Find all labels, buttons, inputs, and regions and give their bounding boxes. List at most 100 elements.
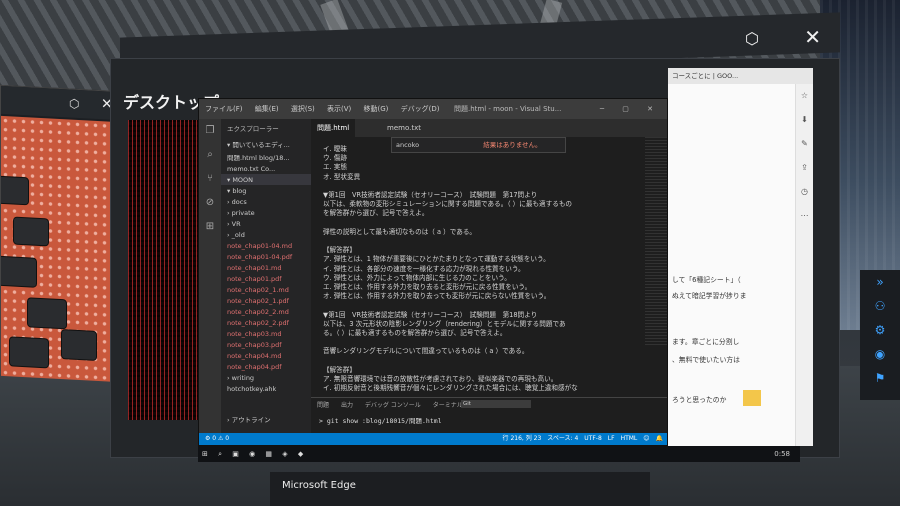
- vscode-titlebar: ファイル(F) 編集(E) 選択(S) 表示(V) 移動(G) デバッグ(D) …: [199, 99, 667, 119]
- chevrons-icon[interactable]: »: [860, 270, 900, 294]
- status-right[interactable]: 行 216, 列 23 スペース: 4 UTF-8 LF HTML 😊 🔔: [503, 433, 663, 445]
- file-item[interactable]: note_chap03.md: [221, 328, 311, 339]
- browser-tab[interactable]: コースごとに | GOO...: [668, 68, 813, 84]
- keyboard-key: [1, 255, 37, 288]
- menu-select[interactable]: 選択(S): [291, 105, 315, 113]
- tab-terminal[interactable]: ターミナル: [433, 402, 463, 409]
- menu-go[interactable]: 移動(G): [364, 105, 389, 113]
- note-icon[interactable]: ✎: [796, 132, 813, 156]
- status-left[interactable]: ⚙ 0 ⚠ 0: [205, 435, 229, 442]
- debug-icon[interactable]: ⊘: [199, 191, 221, 215]
- keyboard-key: [1, 175, 29, 206]
- code-line: エ. 実態: [323, 163, 347, 172]
- history-icon[interactable]: ◷: [796, 180, 813, 204]
- browser-text: ぬえて暗記学習が捗りま: [672, 292, 747, 300]
- menu-view[interactable]: 表示(V): [327, 105, 351, 113]
- file-item[interactable]: note_chap01-04.pdf: [221, 251, 311, 262]
- bottom-panel: 問題 出力 デバッグ コンソール ターミナル Git > git show :b…: [311, 397, 667, 433]
- menu-file[interactable]: ファイル(F): [205, 105, 243, 113]
- file-item[interactable]: note_chap01.md: [221, 262, 311, 273]
- window-controls[interactable]: ─ ▢ ✕: [600, 99, 661, 119]
- code-line: オ. 型状変異: [323, 172, 361, 181]
- status-bar: ⚙ 0 ⚠ 0 行 216, 列 23 スペース: 4 UTF-8 LF HTM…: [199, 433, 667, 445]
- keyboard-key: [61, 329, 97, 361]
- file-item[interactable]: hotchotkey.ahk: [221, 383, 311, 394]
- file-item[interactable]: 問題.html blog/18...: [221, 150, 311, 163]
- close-icon[interactable]: ✕: [804, 25, 821, 49]
- file-item[interactable]: note_chap04.md: [221, 350, 311, 361]
- file-item[interactable]: memo.txt Co...: [221, 163, 311, 174]
- tab-problem-html[interactable]: 問題.html: [311, 119, 356, 137]
- file-item[interactable]: note_chap01-04.md: [221, 240, 311, 251]
- flag-icon[interactable]: ⚑: [860, 366, 900, 390]
- folder-item[interactable]: › _old: [221, 229, 311, 240]
- code-line: 【解答群】: [323, 246, 356, 255]
- scroll-top-button[interactable]: [743, 390, 761, 406]
- files-icon[interactable]: ❐: [199, 119, 221, 143]
- panel-select[interactable]: Git: [461, 400, 531, 408]
- code-line: ウ. 弾性とは、外力によって物体内部に生じる力のことをいう。: [323, 273, 511, 282]
- extensions-icon[interactable]: ⊞: [199, 215, 221, 239]
- file-item[interactable]: note_chap02_1.pdf: [221, 295, 311, 306]
- taskbar-icons[interactable]: ⊞ ⌕ ▣ ◉ ▦ ◈ ◆: [202, 446, 307, 462]
- folder-item[interactable]: ▾ blog: [221, 185, 311, 196]
- source-control-icon[interactable]: ⑂: [199, 167, 221, 191]
- outline-section[interactable]: › アウトライン: [221, 412, 311, 425]
- cube-icon[interactable]: ⬡: [745, 29, 759, 48]
- keyboard-window-bar: ⬡ ✕: [1, 85, 119, 121]
- matrix-wallpaper: [128, 120, 198, 420]
- folder-item[interactable]: › writing: [221, 372, 311, 383]
- folder-item[interactable]: › VR: [221, 218, 311, 229]
- file-item[interactable]: note_chap03.pdf: [221, 339, 311, 350]
- avatar-icon[interactable]: ◉: [860, 342, 900, 366]
- tab-output[interactable]: 出力: [341, 402, 353, 409]
- edge-title: Microsoft Edge: [282, 480, 356, 491]
- people-icon[interactable]: ⚇: [860, 294, 900, 318]
- cube-icon[interactable]: ⬡: [69, 96, 79, 111]
- menu-icon[interactable]: ⋯: [796, 204, 813, 228]
- folder-item[interactable]: › private: [221, 207, 311, 218]
- file-item[interactable]: note_chap02_2.pdf: [221, 317, 311, 328]
- file-item[interactable]: note_chap01.pdf: [221, 273, 311, 284]
- share-icon[interactable]: ⇪: [796, 156, 813, 180]
- code-text[interactable]: イ. 曖昧 ウ. 傷跡 エ. 実態 オ. 型状変異 ▼第1回 VR技術者認定試験…: [323, 145, 663, 393]
- minimap[interactable]: [645, 137, 667, 347]
- menu-debug[interactable]: デバッグ(D): [401, 105, 440, 113]
- code-line: 弾性の説明として最も適切なものは（ a ）である。: [323, 227, 477, 236]
- folder-item[interactable]: ▾ MOON: [221, 174, 311, 185]
- open-editors[interactable]: ▾ 開いているエディ...: [221, 137, 311, 150]
- menu-edit[interactable]: 編集(E): [255, 105, 279, 113]
- tab-memo-txt[interactable]: memo.txt: [381, 119, 427, 137]
- windows-taskbar: ⊞ ⌕ ▣ ◉ ▦ ◈ ◆ 0:58: [198, 446, 800, 462]
- activity-bar: ❐ ⌕ ⑂ ⊘ ⊞: [199, 119, 221, 445]
- editor-tabs: 問題.html memo.txt: [311, 119, 667, 137]
- code-line: ア. 無限音響環境では音の放散性が考慮されており、疑似楽器での再現も高い。: [323, 375, 558, 384]
- file-item[interactable]: note_chap02_2.md: [221, 306, 311, 317]
- tab-problems[interactable]: 問題: [317, 402, 329, 409]
- folder-item[interactable]: › docs: [221, 196, 311, 207]
- taskbar-clock[interactable]: 0:58: [774, 446, 790, 462]
- vscode-window: ファイル(F) 編集(E) 選択(S) 表示(V) 移動(G) デバッグ(D) …: [198, 98, 668, 446]
- code-line: エ. 弾性とは、作用する外力を取り去ると変形が元に戻る性質をいう。: [323, 283, 532, 292]
- star-icon[interactable]: ☆: [796, 84, 813, 108]
- terminal-command[interactable]: > git show :blog/18015/問題.html: [311, 411, 667, 429]
- tab-debug-console[interactable]: デバッグ コンソール: [365, 402, 421, 409]
- keyboard-key: [13, 216, 49, 247]
- code-line: イ. 曖昧: [323, 145, 347, 153]
- edge-window: Microsoft Edge: [270, 472, 650, 506]
- settings-icon[interactable]: ⚙: [860, 318, 900, 342]
- file-item[interactable]: note_chap04.pdf: [221, 361, 311, 372]
- file-item[interactable]: note_chap02_1.md: [221, 284, 311, 295]
- download-icon[interactable]: ⬇: [796, 108, 813, 132]
- code-line: ▼第1回 VR技術者認定試験（セオリーコース） 試験問題 第18問より: [323, 310, 538, 319]
- code-line: 以下は、柔軟物の変形シミュレーションに関する問題である。（ ）に最も適するもの: [323, 200, 573, 209]
- browser-sidebar: ☆ ⬇ ✎ ⇪ ◷ ⋯: [795, 84, 813, 446]
- right-tool-strip: » ⚇ ⚙ ◉ ⚑: [860, 270, 900, 400]
- search-icon[interactable]: ⌕: [199, 143, 221, 167]
